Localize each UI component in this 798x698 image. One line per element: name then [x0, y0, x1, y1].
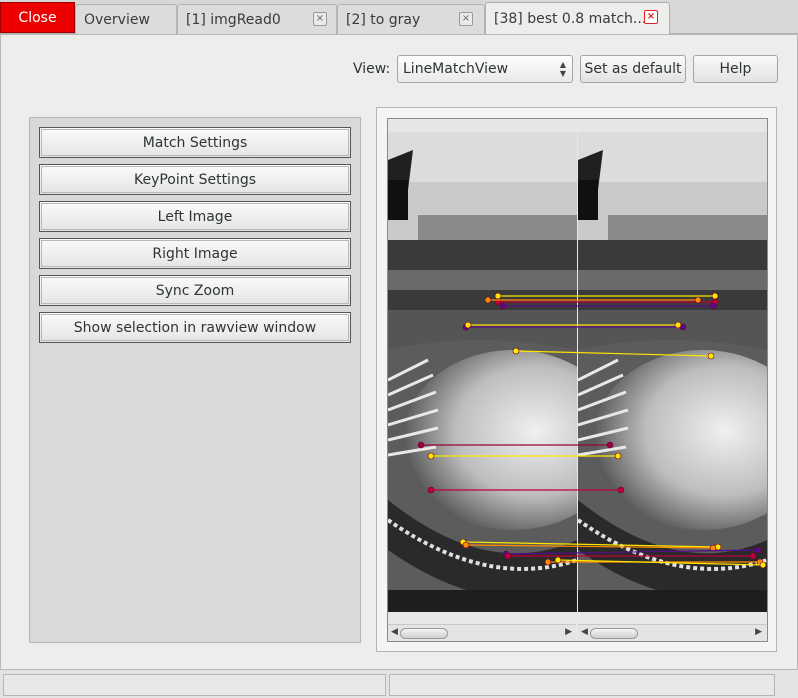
- right-image-button[interactable]: Right Image: [39, 238, 351, 269]
- keypoint-marker: [606, 441, 614, 449]
- view-select-value: LineMatchView: [403, 61, 509, 77]
- keypoint-marker: [504, 552, 512, 560]
- show-selection-rawview-button[interactable]: Show selection in rawview window: [39, 312, 351, 343]
- keypoint-marker: [554, 556, 562, 564]
- left-image-hscrollbar[interactable]: ◀ ▶: [388, 624, 576, 641]
- keypoint-marker: [707, 352, 715, 360]
- status-bar: [0, 670, 798, 698]
- scroll-right-icon[interactable]: ▶: [755, 627, 762, 637]
- keypoint-settings-button[interactable]: KeyPoint Settings: [39, 164, 351, 195]
- scroll-right-icon[interactable]: ▶: [565, 627, 572, 637]
- right-image-hscrollbar[interactable]: ◀ ▶: [578, 624, 766, 641]
- tab-label: [2] to gray: [346, 11, 421, 28]
- scroll-left-icon[interactable]: ◀: [581, 627, 588, 637]
- scroll-left-icon[interactable]: ◀: [391, 627, 398, 637]
- keypoint-marker: [512, 347, 520, 355]
- match-settings-button[interactable]: Match Settings: [39, 127, 351, 158]
- view-label: View:: [353, 61, 391, 77]
- keypoint-marker: [754, 546, 762, 554]
- updown-arrows-icon: ▲ ▼: [559, 60, 566, 78]
- close-tab-icon[interactable]: ×: [313, 12, 327, 26]
- tab-label: [1] imgRead0: [186, 11, 281, 28]
- keypoint-marker: [617, 486, 625, 494]
- scroll-thumb[interactable]: [400, 628, 448, 639]
- left-image-button[interactable]: Left Image: [39, 201, 351, 232]
- keypoint-marker: [694, 296, 702, 304]
- tab-label: Overview: [84, 11, 150, 28]
- tab-bar: Close Overview [1] imgRead0 × [2] to gra…: [0, 0, 798, 35]
- match-lines-overlay: [417, 292, 767, 569]
- keypoint-marker: [749, 552, 757, 560]
- keypoint-marker: [709, 302, 717, 310]
- keypoint-marker: [427, 452, 435, 460]
- tab-best-match[interactable]: [38] best 0.8 match... ×: [485, 2, 670, 35]
- keypoint-marker: [759, 561, 767, 569]
- match-line: [505, 549, 759, 555]
- status-cell-left: [3, 674, 386, 696]
- help-button[interactable]: Help: [693, 55, 778, 83]
- keypoint-marker: [614, 452, 622, 460]
- close-button[interactable]: Close: [0, 2, 75, 33]
- close-tab-icon[interactable]: ×: [644, 10, 658, 24]
- tab-to-gray[interactable]: [2] to gray ×: [337, 4, 485, 34]
- close-tab-icon[interactable]: ×: [459, 12, 473, 26]
- status-cell-right: [389, 674, 775, 696]
- tab-overview[interactable]: Overview: [75, 4, 177, 34]
- sync-zoom-button[interactable]: Sync Zoom: [39, 275, 351, 306]
- scroll-thumb[interactable]: [590, 628, 638, 639]
- keypoint-marker: [711, 292, 719, 300]
- keypoint-marker: [417, 441, 425, 449]
- keypoint-marker: [499, 302, 507, 310]
- keypoint-marker: [427, 486, 435, 494]
- match-line: [515, 350, 712, 357]
- keypoint-marker: [464, 321, 472, 329]
- tab-imgread0[interactable]: [1] imgRead0 ×: [177, 4, 337, 34]
- keypoint-marker: [494, 292, 502, 300]
- keypoint-marker: [544, 558, 552, 566]
- set-as-default-button[interactable]: Set as default: [580, 55, 686, 83]
- keypoint-marker: [462, 541, 470, 549]
- view-select[interactable]: LineMatchView ▲ ▼: [397, 55, 573, 83]
- settings-panel: [29, 117, 361, 643]
- keypoint-marker: [484, 296, 492, 304]
- keypoint-marker: [674, 321, 682, 329]
- tab-label: [38] best 0.8 match...: [494, 11, 647, 27]
